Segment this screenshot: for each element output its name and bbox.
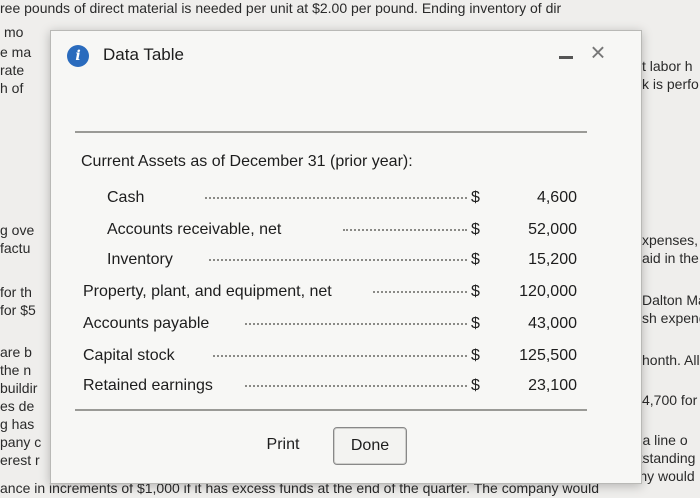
background-line: g has (0, 416, 35, 432)
leader-dots (209, 259, 467, 261)
leader-dots (245, 385, 467, 387)
row-label: Accounts receivable, net (107, 221, 282, 238)
background-line: the n (0, 362, 32, 378)
background-line: rate (0, 62, 25, 78)
background-line: factu (0, 240, 31, 256)
row-label: Retained earnings (83, 377, 213, 394)
close-icon[interactable]: × (587, 39, 609, 65)
info-icon: i (67, 45, 89, 67)
data-table: Current Assets as of December 31 (prior … (75, 131, 587, 411)
background-line: mo (4, 24, 24, 40)
table-row: Inventory $ 15,200 (75, 251, 587, 273)
row-amount: 23,100 (528, 377, 577, 394)
table-row: Cash $ 4,600 (75, 189, 587, 211)
leader-dots (343, 229, 467, 231)
currency-symbol: $ (471, 315, 480, 332)
background-line: pany c (0, 434, 42, 450)
row-label: Accounts payable (83, 315, 210, 332)
table-row: Accounts receivable, net $ 52,000 (75, 221, 587, 243)
background-line: honth. All o (642, 352, 700, 368)
table-row: Property, plant, and equipment, net $ 12… (75, 283, 587, 305)
background-line: aid in the m (642, 250, 700, 266)
currency-symbol: $ (471, 377, 480, 394)
row-amount: 52,000 (528, 221, 577, 238)
table-row: Capital stock $ 125,500 (75, 347, 587, 369)
currency-symbol: $ (471, 221, 480, 238)
leader-dots (373, 291, 467, 293)
currency-symbol: $ (471, 347, 480, 364)
background-line: es de (0, 398, 35, 414)
background-line: ree pounds of direct material is needed … (0, 0, 562, 16)
currency-symbol: $ (471, 189, 480, 206)
row-amount: 4,600 (536, 189, 577, 206)
background-line: for th (0, 284, 32, 300)
background-line: 4,700 for the (642, 392, 700, 408)
background-line: xpenses, a (642, 232, 700, 248)
background-line: buildir (0, 380, 38, 396)
row-amount: 43,000 (528, 315, 577, 332)
leader-dots (245, 323, 467, 325)
table-row: Accounts payable $ 43,000 (75, 315, 587, 337)
row-amount: 15,200 (528, 251, 577, 268)
background-line: g ove (0, 222, 35, 238)
leader-dots (213, 355, 467, 357)
done-button[interactable]: Done (333, 427, 407, 465)
print-button[interactable]: Print (247, 427, 319, 463)
table-row: Retained earnings $ 23,100 (75, 377, 587, 399)
table-heading: Current Assets as of December 31 (prior … (81, 153, 413, 170)
background-line: sh expendi (642, 310, 700, 326)
background-line: for $5 (0, 302, 36, 318)
background-line: are b (0, 344, 32, 360)
currency-symbol: $ (471, 283, 480, 300)
row-label: Inventory (107, 251, 173, 268)
minimize-button[interactable] (559, 49, 575, 65)
row-label: Cash (107, 189, 145, 206)
background-line: Dalton Mar (642, 292, 700, 308)
background-line: h of (0, 80, 24, 96)
background-line: k is perfo (642, 76, 699, 92)
row-amount: 120,000 (519, 283, 577, 300)
row-label: Capital stock (83, 347, 175, 364)
background-line: e ma (0, 44, 32, 60)
row-label: Property, plant, and equipment, net (83, 283, 332, 300)
row-amount: 125,500 (519, 347, 577, 364)
leader-dots (205, 197, 467, 199)
dialog-title: Data Table (103, 45, 184, 64)
background-line: erest r (0, 452, 40, 468)
background-line: t labor h (642, 58, 693, 74)
currency-symbol: $ (471, 251, 480, 268)
data-table-dialog: i Data Table × Current Assets as of Dece… (50, 30, 642, 484)
